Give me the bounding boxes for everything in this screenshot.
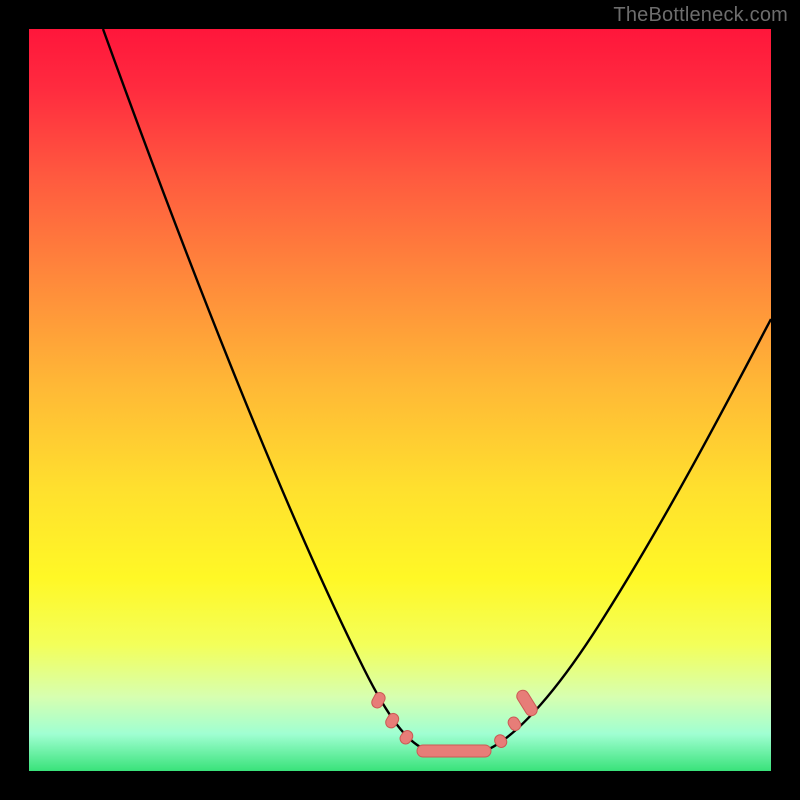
watermark-text: TheBottleneck.com <box>613 4 788 27</box>
curve-left-branch <box>103 29 424 749</box>
plot-area <box>29 29 771 771</box>
bottleneck-curve <box>29 29 771 771</box>
marker-bar-short <box>514 688 539 718</box>
marker-dot <box>398 728 415 746</box>
marker-group <box>370 688 540 757</box>
marker-dot <box>506 715 523 733</box>
outer-black-frame: TheBottleneck.com <box>0 0 800 800</box>
marker-bar <box>417 745 491 757</box>
curve-right-branch <box>489 319 771 749</box>
